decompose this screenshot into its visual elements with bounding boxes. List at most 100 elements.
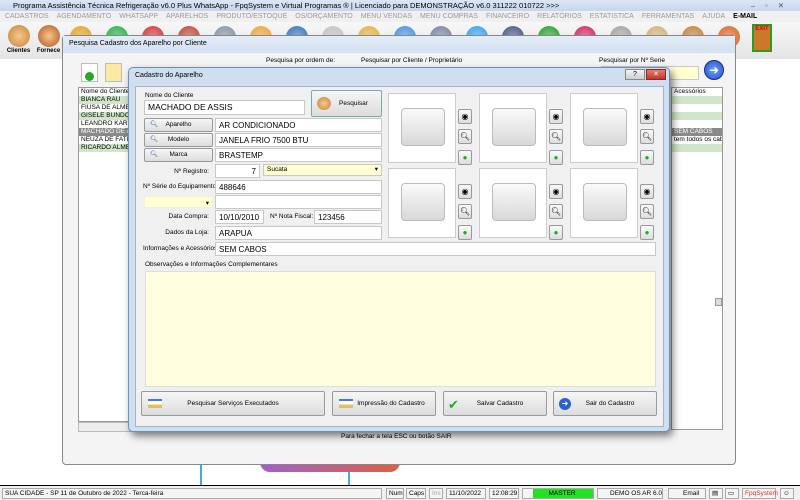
accessory-row[interactable]: [672, 120, 722, 128]
menu-item[interactable]: AGENDAMENTO: [57, 13, 112, 20]
menu-item[interactable]: FINANCEIRO: [486, 13, 529, 20]
client-search-label: Pesquisar por Cliente / Proprietário: [361, 57, 463, 64]
modelo-button[interactable]: 🔍︎ Modelo: [144, 133, 213, 147]
sair-button[interactable]: ➜ Sair do Cadastro: [553, 391, 657, 416]
accessory-row[interactable]: [672, 96, 722, 104]
vertical-scroll-thumb[interactable]: [715, 298, 722, 306]
extra-select[interactable]: ▾: [144, 196, 213, 208]
monitor-icon[interactable]: ▭: [725, 488, 739, 499]
accessory-row[interactable]: tem todos os cabos: [672, 136, 722, 144]
status-value: Sucata: [267, 166, 288, 173]
add-icon[interactable]: ●: [549, 150, 563, 165]
menu-item[interactable]: CADASTROS: [5, 13, 49, 20]
accessories-list[interactable]: Acessórios SEM CABOStem todos os cabos: [671, 87, 723, 430]
accessory-row[interactable]: SEM CABOS: [672, 128, 722, 136]
horizontal-scrollbar[interactable]: [78, 422, 133, 432]
client-row[interactable]: BIANCA RAU: [79, 96, 132, 104]
camera-icon[interactable]: ◉: [549, 184, 563, 199]
menu-item[interactable]: MENU COMPRAS: [420, 13, 478, 20]
status-email[interactable]: Email: [668, 488, 706, 499]
client-row[interactable]: RICARDO ALMEIDA: [79, 144, 132, 152]
marca-button[interactable]: 🔍︎ Marca: [144, 148, 213, 162]
arrow-right-icon: ➜: [708, 63, 720, 77]
close-button[interactable]: ✕: [646, 69, 666, 80]
list-header: Nome do Cliente: [81, 88, 130, 95]
add-icon[interactable]: ●: [458, 225, 472, 240]
zoom-icon[interactable]: 🔍︎: [549, 204, 563, 219]
registro-input[interactable]: 7: [215, 164, 260, 178]
zoom-icon[interactable]: 🔍︎: [549, 129, 563, 144]
client-row[interactable]: FIUSA DE ALMEIDA: [79, 104, 132, 112]
salvar-button[interactable]: ✔ Salvar Cadastro: [443, 391, 547, 416]
pesquisar-button[interactable]: Pesquisar: [311, 90, 382, 117]
printer-icon[interactable]: ▤: [709, 488, 723, 499]
menu-item[interactable]: FERRAMENTAS: [642, 13, 694, 20]
status-demo: DEMO OS AR 6.0: [597, 488, 663, 499]
zoom-icon[interactable]: 🔍︎: [458, 204, 472, 219]
camera-icon[interactable]: ◉: [640, 184, 654, 199]
camera-icon[interactable]: ◉: [458, 184, 472, 199]
extra-input[interactable]: [215, 195, 382, 209]
impressao-button[interactable]: Impressão do Cadastro: [332, 391, 436, 416]
dropdown-arrow-icon: ▾: [205, 200, 209, 207]
window-controls[interactable]: –▫✕: [751, 0, 794, 11]
camera-icon[interactable]: ◉: [640, 109, 654, 124]
user-icon[interactable]: ☺: [780, 488, 794, 499]
client-row[interactable]: GISELE BUNDCHEN: [79, 112, 132, 120]
accessory-row[interactable]: [672, 104, 722, 112]
cliente-input[interactable]: MACHADO DE ASSIS: [144, 100, 305, 115]
add-icon[interactable]: ●: [458, 150, 472, 165]
client-row[interactable]: NEUZA DE FATIMA: [79, 136, 132, 144]
serie-input[interactable]: 488646: [215, 180, 382, 194]
supplier-icon: [37, 25, 60, 47]
menu-item[interactable]: AJUDA: [702, 13, 725, 20]
client-list[interactable]: Nome do Cliente BIANCA RAUFIUSA DE ALMEI…: [78, 87, 133, 422]
camera-icon[interactable]: ◉: [458, 109, 472, 124]
salvar-label: Salvar Cadastro: [476, 400, 524, 407]
menu-item[interactable]: OS/ORÇAMENTO: [295, 13, 352, 20]
menu-item[interactable]: PRODUTO/ESTOQUE: [216, 13, 287, 20]
zoom-icon[interactable]: 🔍︎: [640, 129, 654, 144]
status-num: Num: [386, 488, 404, 499]
menu-item-email[interactable]: E-MAIL: [733, 13, 757, 20]
registro-label: Nº Registro:: [174, 168, 209, 175]
add-icon[interactable]: ●: [549, 225, 563, 240]
exit-button[interactable]: EXIT: [752, 24, 772, 52]
status-select[interactable]: Sucata ▾: [263, 164, 382, 176]
menu-item[interactable]: WHATSAPP: [119, 13, 158, 20]
zoom-icon[interactable]: 🔍︎: [640, 204, 654, 219]
info-label: Informações e Acessórios:: [143, 245, 220, 252]
data-label: Data Compra:: [168, 213, 209, 220]
add-icon[interactable]: ●: [640, 225, 654, 240]
loja-input[interactable]: ARAPUA: [215, 226, 382, 240]
edit-icon[interactable]: [105, 63, 122, 82]
camera-icon[interactable]: ◉: [549, 109, 563, 124]
new-record-icon[interactable]: [81, 63, 98, 82]
modelo-btn-label: Modelo: [167, 136, 190, 143]
client-row[interactable]: LEANDRO KARNAL: [79, 120, 132, 128]
pesquisar-servicos-button[interactable]: Pesquisar Serviços Executados: [141, 391, 325, 416]
data-compra-input[interactable]: 10/10/2010: [215, 210, 264, 224]
menu-item[interactable]: MENU VENDAS: [361, 13, 412, 20]
menu-item[interactable]: RELATÓRIOS: [537, 13, 582, 20]
appliance-image: [401, 108, 445, 146]
loja-label: Dados da Loja:: [165, 229, 209, 236]
search-go-button[interactable]: ➜: [704, 60, 724, 80]
modelo-input[interactable]: JANELA FRIO 7500 BTU: [215, 133, 382, 147]
obs-textarea[interactable]: [145, 271, 656, 387]
zoom-icon[interactable]: 🔍︎: [458, 129, 472, 144]
accessory-row[interactable]: [672, 112, 722, 120]
toolbar-clientes[interactable]: Clientes: [5, 25, 32, 54]
add-icon[interactable]: ●: [640, 150, 654, 165]
marca-input[interactable]: BRASTEMP: [215, 148, 382, 162]
accessory-row[interactable]: [672, 144, 722, 152]
help-button[interactable]: ?: [625, 69, 645, 80]
aparelho-input[interactable]: AR CONDICIONADO: [215, 118, 382, 132]
aparelho-button[interactable]: 🔍︎ Aparelho: [144, 118, 213, 132]
client-row[interactable]: MACHADO DE ASSIS: [79, 128, 132, 136]
info-input[interactable]: SEM CABOS: [215, 242, 656, 256]
toolbar-fornece[interactable]: Fornece: [35, 25, 62, 54]
menu-item[interactable]: ESTATISTICA: [590, 13, 634, 20]
nota-fiscal-input[interactable]: 123456: [314, 210, 382, 224]
menu-item[interactable]: APARELHOS: [166, 13, 208, 20]
